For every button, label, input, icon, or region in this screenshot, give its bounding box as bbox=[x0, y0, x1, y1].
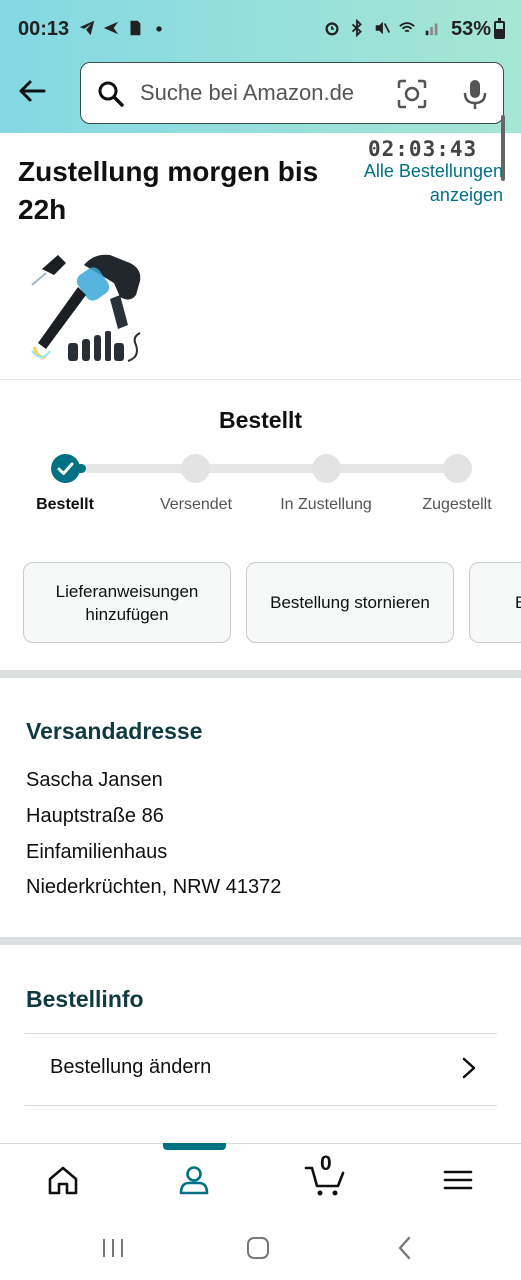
status-bar: 00:13 53% bbox=[0, 0, 521, 58]
sim-icon bbox=[130, 20, 141, 36]
step-label-in-delivery: In Zustellung bbox=[280, 496, 372, 513]
shipping-address-title: Versandadresse bbox=[26, 718, 203, 744]
mute-icon bbox=[375, 21, 391, 35]
search-bar[interactable]: Suche bei Amazon.de bbox=[80, 62, 504, 124]
delivery-section: Zustellung morgen bis 22h 02:03:43 Alle … bbox=[0, 115, 521, 380]
step-label-delivered: Zugestellt bbox=[422, 496, 492, 513]
step-label-ordered: Bestellt bbox=[36, 496, 94, 513]
wifi-call-icon bbox=[399, 22, 415, 33]
status-left-icons bbox=[78, 19, 168, 37]
tracker-line bbox=[64, 464, 458, 473]
section-divider bbox=[0, 670, 521, 678]
home-icon[interactable] bbox=[45, 1162, 81, 1198]
alarm-icon bbox=[325, 22, 339, 36]
tracker-title: Bestellt bbox=[218, 407, 303, 433]
send-icon bbox=[103, 21, 119, 35]
battery-icon bbox=[494, 18, 505, 39]
cancel-order-button[interactable]: Bestellung stornieren bbox=[246, 562, 454, 643]
signal-icon bbox=[425, 23, 438, 36]
address-extra: Einfamilienhaus bbox=[26, 841, 168, 863]
address-name: Sascha Jansen bbox=[26, 769, 163, 791]
status-time: 00:13 bbox=[18, 18, 70, 40]
section-divider bbox=[0, 937, 521, 945]
change-order-row[interactable]: Bestellung ändern bbox=[25, 1034, 497, 1104]
dot-icon bbox=[156, 26, 162, 32]
step-dot-shipped bbox=[181, 454, 210, 483]
address-city: Niederkrüchten, NRW 41372 bbox=[26, 876, 282, 898]
recent-apps-icon[interactable] bbox=[100, 1235, 126, 1261]
home-button-icon[interactable] bbox=[245, 1235, 271, 1261]
product-image[interactable] bbox=[24, 247, 148, 367]
bottom-navigation: 0 bbox=[0, 1143, 521, 1213]
step-dot-delivered bbox=[443, 454, 472, 483]
bluetooth-icon bbox=[351, 19, 362, 37]
app-header: 00:13 53% Suche bei Amazon.de bbox=[0, 0, 521, 133]
order-actions: Lieferanweisungen hinzufügen Bestellung … bbox=[23, 562, 521, 644]
delivery-title: Zustellung morgen bis 22h bbox=[18, 156, 319, 225]
cart-count-badge: 0 bbox=[320, 1152, 332, 1175]
chevron-right-icon bbox=[462, 1057, 476, 1079]
step-label-shipped: Versendet bbox=[159, 496, 233, 513]
telegram-icon bbox=[79, 20, 95, 36]
countdown-timer: 02:03:43 bbox=[368, 137, 478, 161]
account-icon[interactable] bbox=[176, 1162, 212, 1198]
change-order-label: Bestellung ändern bbox=[50, 1056, 212, 1078]
back-arrow-icon[interactable] bbox=[16, 75, 48, 107]
menu-icon[interactable] bbox=[440, 1162, 476, 1198]
step-dot-ordered bbox=[51, 454, 80, 483]
camera-scan-icon[interactable] bbox=[396, 78, 428, 110]
status-right-icons bbox=[323, 19, 441, 37]
row-separator bbox=[25, 1105, 497, 1106]
system-navigation-bar bbox=[0, 1213, 521, 1280]
search-icon bbox=[98, 81, 124, 107]
microphone-icon[interactable] bbox=[459, 77, 491, 111]
step-dot-in-delivery bbox=[312, 454, 341, 483]
battery-percent: 53% bbox=[450, 18, 491, 40]
search-placeholder[interactable]: Suche bei Amazon.de bbox=[140, 80, 354, 106]
all-orders-link[interactable]: Alle Bestellungen anzeigen bbox=[333, 159, 503, 207]
checkmark-icon bbox=[57, 462, 74, 475]
active-tab-indicator bbox=[163, 1143, 226, 1150]
back-button-icon[interactable] bbox=[392, 1235, 418, 1261]
add-delivery-instructions-button[interactable]: Lieferanweisungen hinzufügen bbox=[23, 562, 231, 643]
more-action-button[interactable]: B bbox=[469, 562, 521, 643]
order-info-title: Bestellinfo bbox=[26, 986, 144, 1012]
address-street: Hauptstraße 86 bbox=[26, 805, 164, 827]
